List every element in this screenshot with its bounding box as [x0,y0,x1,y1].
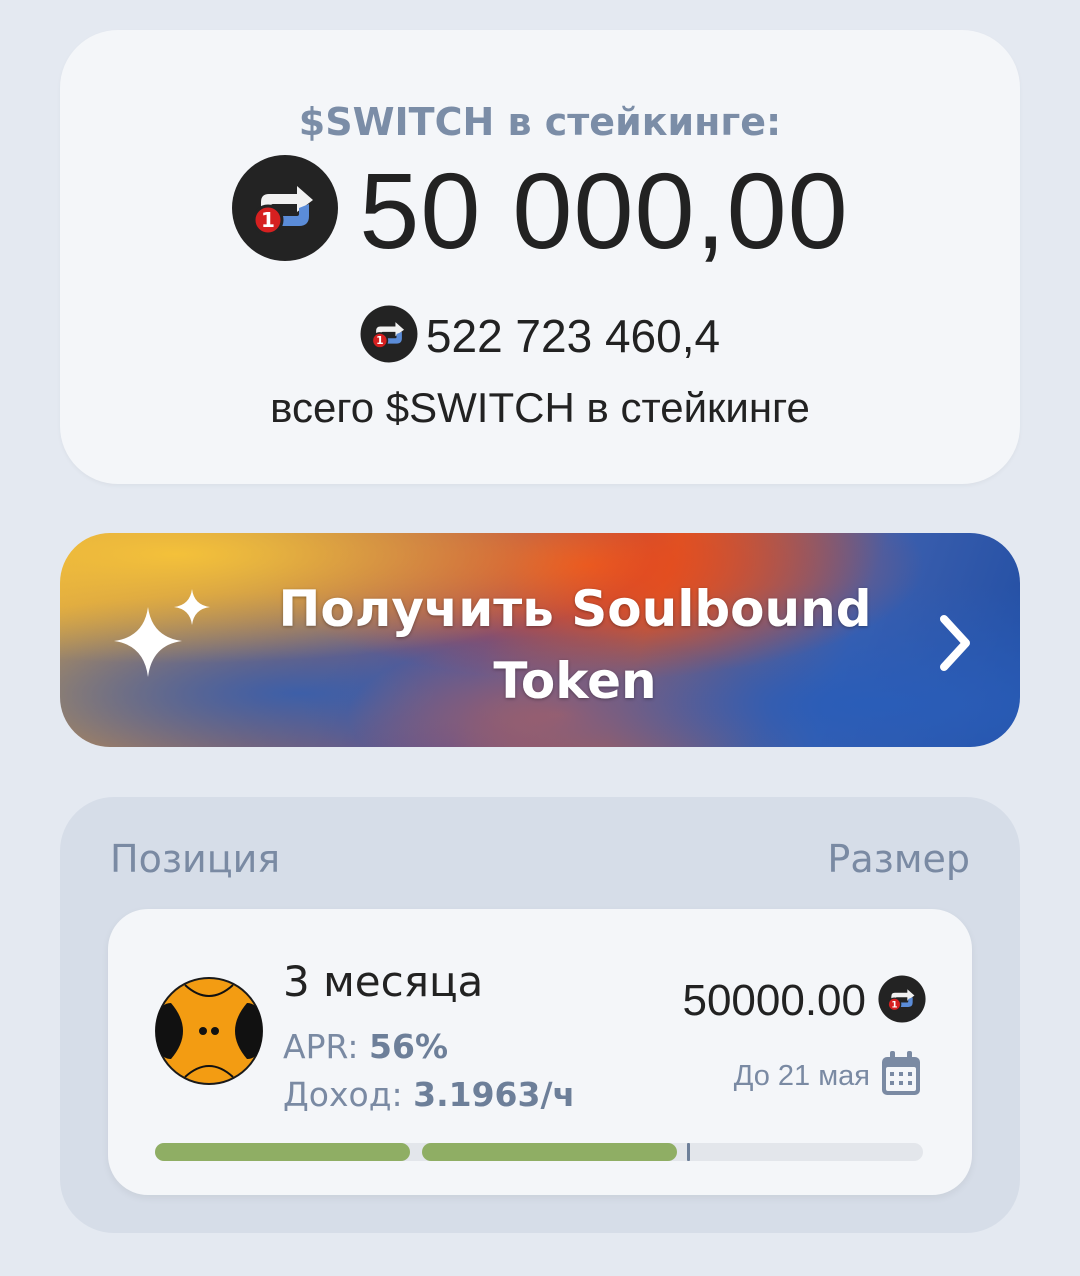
income-label: Доход: [283,1075,403,1114]
positions-header-position: Позиция [110,837,281,881]
avatar-face-icon [155,977,263,1089]
sparkle-icon [108,585,218,699]
position-income: Доход: 3.1963/ч [283,1075,575,1114]
calendar-icon [880,1051,922,1101]
position-size: 50000.00 [682,976,866,1025]
banner-label: Получить Soulbound Token [278,580,872,710]
progress-segment-1 [155,1143,410,1161]
total-staked-amount: 522 723 460,4 [425,310,721,362]
positions-card: Позиция Размер 3 месяца APR: 56% Доход: … [60,797,1020,1233]
position-until-row: До 21 мая [734,1051,922,1101]
chevron-right-icon [936,613,976,677]
positions-header-size: Размер [827,837,970,881]
staking-card: $SWITCH в стейкинге: 1 50 000,00 1 522 7… [60,30,1020,484]
staking-title: $SWITCH в стейкинге: [298,100,782,144]
switch-token-icon: 1 [231,154,339,266]
get-soulbound-token-banner[interactable]: Получить Soulbound Token [60,533,1020,747]
position-size-row: 50000.00 1 [682,975,926,1027]
total-staked-row: 1 522 723 460,4 [60,305,1020,367]
position-duration: 3 месяца [283,957,484,1006]
staking-amount-row: 1 50 000,00 [60,149,1020,271]
apr-value: 56% [369,1027,449,1066]
position-item[interactable]: 3 месяца APR: 56% Доход: 3.1963/ч 50000.… [108,909,972,1195]
switch-token-icon: 1 [360,305,418,367]
svg-text:1: 1 [891,1000,897,1010]
svg-text:1: 1 [261,208,275,232]
position-apr: APR: 56% [283,1027,448,1066]
staked-amount: 50 000,00 [359,149,849,271]
total-staked-caption: всего $SWITCH в стейкинге [270,384,810,431]
position-progress-bar [155,1143,923,1161]
progress-marker [687,1143,690,1161]
apr-label: APR: [283,1027,359,1066]
svg-text:1: 1 [376,334,383,347]
switch-token-icon: 1 [878,975,926,1027]
progress-segment-2 [422,1143,677,1161]
position-until: До 21 мая [733,1059,870,1092]
income-value: 3.1963/ч [413,1075,576,1114]
